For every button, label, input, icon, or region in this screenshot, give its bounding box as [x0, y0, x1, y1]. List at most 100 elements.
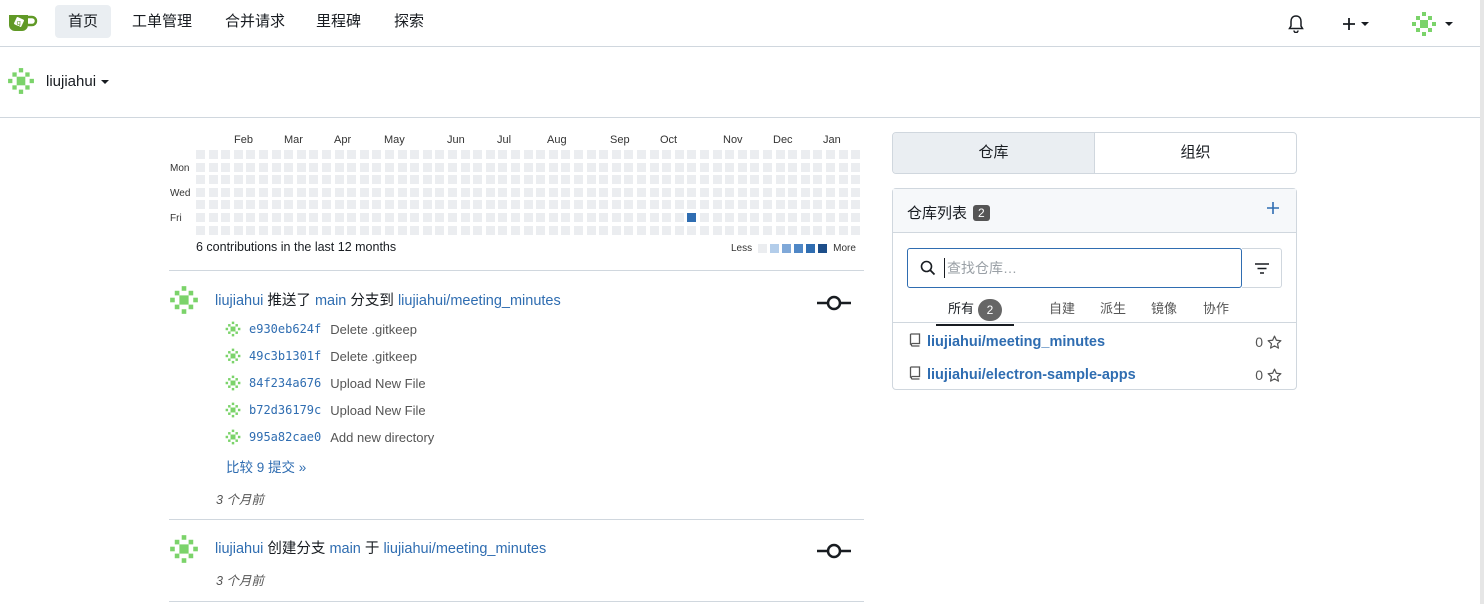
context-user-switcher[interactable]: liujiahui — [46, 73, 110, 90]
nav-pull-requests[interactable]: 合并请求 — [212, 5, 298, 38]
heatmap-cell — [460, 225, 470, 235]
heatmap-month: Jan — [823, 134, 841, 146]
legend-swatch — [770, 244, 780, 253]
repo-icon — [909, 366, 921, 380]
repo-stars: 0 — [1255, 334, 1282, 350]
heatmap-cell — [410, 200, 420, 210]
plus-icon[interactable] — [1266, 201, 1280, 215]
heatmap-cell — [662, 200, 672, 210]
compare-commits-link[interactable]: 比较 9 提交 » — [226, 456, 306, 476]
commit-sha-link[interactable]: 49c3b1301f — [249, 349, 321, 363]
heatmap-cell — [296, 175, 306, 185]
tab-repositories[interactable]: 仓库 — [893, 133, 1095, 173]
heatmap-cell — [649, 213, 659, 222]
heatmap-cell — [359, 200, 369, 210]
filter-tab-forks[interactable]: 派生 — [1100, 298, 1126, 317]
heatmap-cell — [687, 175, 697, 185]
heatmap-cell — [611, 213, 621, 222]
gitea-logo-icon[interactable]: g — [6, 6, 38, 36]
commit-message: Add new directory — [330, 429, 435, 445]
feed-branch-link[interactable]: main — [315, 293, 346, 309]
heatmap-cell — [851, 213, 861, 222]
heatmap-cell — [599, 225, 609, 235]
heatmap-cell — [385, 225, 394, 235]
heatmap-cell — [548, 213, 558, 222]
heatmap-cell — [334, 187, 344, 197]
feed-mid: 分支到 — [350, 293, 394, 309]
heatmap-cell — [309, 200, 319, 210]
filter-tab-mirrors[interactable]: 镜像 — [1151, 298, 1177, 317]
repo-filter-button[interactable] — [1242, 248, 1282, 288]
heatmap-cell — [233, 187, 243, 197]
heatmap-cell — [800, 162, 810, 172]
heatmap-cell — [271, 150, 281, 159]
notifications-button[interactable] — [1288, 0, 1304, 47]
feed-user-link[interactable]: liujiahui — [215, 293, 263, 309]
heatmap-cell — [737, 150, 747, 159]
heatmap-cell — [687, 225, 697, 235]
heatmap-cell — [838, 150, 848, 159]
heatmap-cell — [687, 200, 697, 210]
heatmap-cell — [397, 162, 407, 172]
heatmap-cell — [511, 162, 520, 172]
heatmap-cell — [700, 150, 709, 159]
feed-user-link[interactable]: liujiahui — [215, 541, 263, 557]
avatar[interactable] — [169, 285, 199, 315]
filter-tab-sources[interactable]: 自建 — [1049, 298, 1075, 317]
tab-organizations[interactable]: 组织 — [1095, 133, 1296, 173]
heatmap-cell — [221, 187, 231, 197]
heatmap-cell — [586, 213, 596, 222]
heatmap-cell — [574, 162, 583, 172]
heatmap-cell — [561, 162, 571, 172]
heatmap-cell — [385, 162, 394, 172]
heatmap-cell — [788, 150, 798, 159]
nav-explore[interactable]: 探索 — [381, 5, 437, 38]
user-menu-button[interactable] — [1411, 0, 1453, 47]
heatmap-day: Mon — [170, 163, 190, 174]
heatmap-cell — [322, 213, 331, 222]
heatmap-cell — [208, 175, 218, 185]
heatmap-cell — [775, 162, 785, 172]
heatmap-cell — [208, 200, 218, 210]
heatmap-cell — [763, 213, 772, 222]
heatmap-cell — [523, 175, 533, 185]
commit-message: Upload New File — [330, 402, 426, 418]
heatmap-cell — [763, 187, 772, 197]
heatmap-cell — [813, 225, 823, 235]
heatmap-cell — [246, 162, 256, 172]
filter-tab-all[interactable]: 所有 2 — [935, 298, 1015, 326]
nav-milestones[interactable]: 里程碑 — [303, 5, 374, 38]
feed-repo-link[interactable]: liujiahui/meeting_minutes — [398, 293, 561, 309]
commit-sha-link[interactable]: 995a82cae0 — [249, 430, 321, 444]
nav-issues[interactable]: 工单管理 — [119, 5, 205, 38]
commit-sha-link[interactable]: 84f234a676 — [249, 376, 321, 390]
heatmap-cell — [536, 162, 546, 172]
heatmap-cell — [448, 213, 457, 222]
filter-tab-collaborative[interactable]: 协作 — [1203, 298, 1229, 317]
heatmap-cell — [271, 225, 281, 235]
commit-sha-link[interactable]: e930eb624f — [249, 322, 321, 336]
heatmap-cell — [196, 187, 205, 197]
commit-row: e930eb624f Delete .gitkeep — [225, 319, 417, 339]
create-menu-button[interactable] — [1342, 0, 1369, 47]
repo-link[interactable]: liujiahui/electron-sample-apps — [927, 367, 1136, 383]
avatar[interactable] — [169, 534, 199, 564]
heatmap-cell — [359, 175, 369, 185]
heatmap-cell — [208, 150, 218, 159]
heatmap-cell — [523, 225, 533, 235]
nav-home[interactable]: 首页 — [55, 5, 112, 38]
repo-list-item: liujiahui/electron-sample-apps 0 — [893, 358, 1296, 391]
heatmap-cell — [347, 213, 357, 222]
heatmap-cell — [611, 225, 621, 235]
feed-repo-link[interactable]: liujiahui/meeting_minutes — [383, 541, 546, 557]
commit-sha-link[interactable]: b72d36179c — [249, 403, 321, 417]
chevron-down-icon — [101, 80, 110, 85]
scrollbar[interactable] — [1480, 0, 1484, 604]
heatmap-cell — [385, 175, 394, 185]
repo-search-input[interactable] — [944, 258, 1224, 278]
heatmap-cell — [296, 187, 306, 197]
repo-link[interactable]: liujiahui/meeting_minutes — [927, 334, 1105, 350]
heatmap-cell — [334, 162, 344, 172]
heatmap-cell — [611, 162, 621, 172]
feed-branch-link[interactable]: main — [329, 541, 360, 557]
